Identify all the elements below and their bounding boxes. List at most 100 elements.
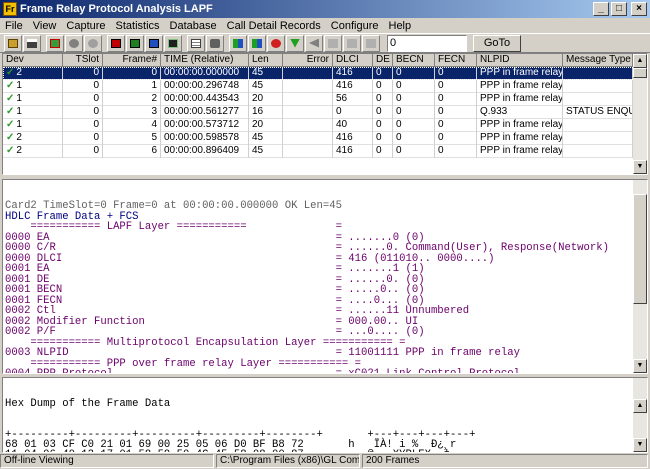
column-header[interactable]: Error [283,54,333,67]
decode-line[interactable]: 0002 P/F = ...0.... (0) [3,327,647,338]
detail-scrollbar[interactable]: ▲ ▼ [633,180,647,373]
ok-check-icon: ✓ [6,119,15,130]
table-cell: 0 [435,145,477,158]
table-row[interactable]: ✓ 2 0 6 00:00:00.896409 45 416 0 0 0 PPP in frame … [3,145,647,158]
decode-line[interactable]: 0001 EA = .......1 (1) [3,264,647,275]
column-header[interactable]: FECN [435,54,477,67]
table-cell: 3 [103,106,161,119]
save-icon[interactable] [164,34,182,52]
table-cell: 0 [373,106,393,119]
column-header[interactable]: Dev [3,54,63,67]
column-header[interactable]: DE [373,54,393,67]
prev-icon[interactable] [305,34,323,52]
hex-dump-pane[interactable]: Hex Dump of the Frame Data +---------+--… [2,377,648,453]
column-header[interactable]: NLPID [477,54,563,67]
menu-call-detail-records[interactable]: Call Detail Records [222,20,326,32]
close-button[interactable]: × [631,2,647,16]
table-cell: 0 [393,67,435,80]
mark-icon[interactable] [286,34,304,52]
scroll-up-icon[interactable]: ▲ [633,399,647,413]
table-cell: 1 [103,80,161,93]
table-cell: 6 [103,145,161,158]
column-header[interactable]: DLCI [333,54,373,67]
call-trace-icon[interactable] [248,34,266,52]
display-icon[interactable] [206,34,224,52]
decode-line[interactable]: Card2 TimeSlot=0 Frame=0 at 00:00:00.000… [3,201,647,212]
table-row[interactable]: ✓ 1 0 3 00:00:00.561277 16 0 0 0 0 Q.933 STATUS ENQ… [3,106,647,119]
table-cell: 45 [249,67,283,80]
scroll-thumb[interactable] [633,68,647,78]
flag-icon[interactable] [343,34,361,52]
capture-settings-icon[interactable] [107,34,125,52]
table-cell: 00:00:00.296748 [161,80,249,93]
column-header[interactable]: BECN [393,54,435,67]
column-header[interactable]: Len [249,54,283,67]
menu-configure[interactable]: Configure [326,20,384,32]
scroll-down-icon[interactable]: ▼ [633,359,647,373]
table-cell [283,93,333,106]
scroll-down-icon[interactable]: ▼ [633,438,647,452]
table-cell-dev: ✓ 1 [3,93,63,106]
decode-detail-pane[interactable]: Card2 TimeSlot=0 Frame=0 at 00:00:00.000… [2,179,648,374]
table-row[interactable]: ✓ 1 0 2 00:00:00.443543 20 56 0 0 0 PPP in frame r… [3,93,647,106]
goto-button[interactable]: GoTo [473,34,521,52]
export-icon[interactable] [46,34,64,52]
table-row[interactable]: ✓ 2 0 5 00:00:00.598578 45 416 0 0 0 PPP in frame … [3,132,647,145]
column-header[interactable]: Message Type [563,54,633,67]
scroll-down-icon[interactable]: ▼ [633,160,647,174]
print-icon[interactable] [23,34,41,52]
statistics-icon[interactable] [229,34,247,52]
table-cell: PPP in frame relay [477,145,563,158]
table-cell: 45 [249,80,283,93]
scroll-up-icon[interactable]: ▲ [633,54,647,68]
table-cell: 416 [333,67,373,80]
hex-dump-title: Hex Dump of the Frame Data [5,398,171,410]
record-icon[interactable] [84,34,102,52]
table-cell: 0 [373,145,393,158]
menu-capture[interactable]: Capture [61,20,110,32]
table-cell: 416 [333,132,373,145]
grid-view-icon[interactable] [187,34,205,52]
table-cell: 0 [373,119,393,132]
maximize-button[interactable]: □ [611,2,627,16]
table-cell: 00:00:00.443543 [161,93,249,106]
column-header[interactable]: Frame# [103,54,161,67]
menu-statistics[interactable]: Statistics [111,20,165,32]
table-row[interactable]: ✓ 1 0 4 00:00:00.573712 20 40 0 0 0 PPP in frame r… [3,119,647,132]
table-cell: 0 [63,67,103,80]
decode-icon[interactable] [145,34,163,52]
stop-icon[interactable] [65,34,83,52]
menu-file[interactable]: File [0,20,28,32]
decode-line[interactable]: 0001 BECN = .....0.. (0) [3,285,647,296]
scroll-thumb[interactable] [633,194,647,304]
table-row[interactable]: ✓ 1 0 1 00:00:00.296748 45 416 0 0 0 PPP in frame … [3,80,647,93]
menu-help[interactable]: Help [384,20,417,32]
menu-view[interactable]: View [28,20,62,32]
pdb-icon[interactable] [362,34,380,52]
goto-frame-input[interactable]: 0 [387,34,467,52]
table-cell: 4 [103,119,161,132]
table-cell: 0 [63,106,103,119]
open-icon[interactable] [4,34,22,52]
decode-line[interactable]: 0004 PPP Protocol = xC021 Link Control P… [3,369,647,373]
decode-line[interactable]: 0003 NLPID = 11001111 PPP in frame relay [3,348,647,359]
minimize-button[interactable]: _ [593,2,609,16]
decode-line[interactable]: 0000 C/R = ......0. Command(User), Respo… [3,243,647,254]
table-cell: 00:00:00.896409 [161,145,249,158]
status-path: C:\Program Files (x86)\GL Communical [216,454,360,468]
table-cell: 0 [393,80,435,93]
table-row[interactable]: ✓ 2 0 0 00:00:00.000000 45 416 0 0 0 PPP in frame … [3,67,647,80]
filter-icon[interactable] [126,34,144,52]
grid-scrollbar[interactable]: ▲ ▼ [633,54,647,174]
column-header[interactable]: TSlot [63,54,103,67]
frame-list-grid[interactable]: Dev TSlot Frame# TIME (Relative) Len Error DLC… [2,53,648,175]
decode-line[interactable]: 0002 Ctl = ......11 Unnumbered [3,306,647,317]
hex-scrollbar[interactable]: ▲ ▼ [633,378,647,452]
menu-database[interactable]: Database [165,20,222,32]
set-icon[interactable] [267,34,285,52]
table-cell: PPP in frame relay [477,119,563,132]
table-cell [283,119,333,132]
column-header[interactable]: TIME (Relative) [161,54,249,67]
decode-line[interactable]: =========== LAPF Layer =========== = [3,222,647,233]
next-icon[interactable] [324,34,342,52]
